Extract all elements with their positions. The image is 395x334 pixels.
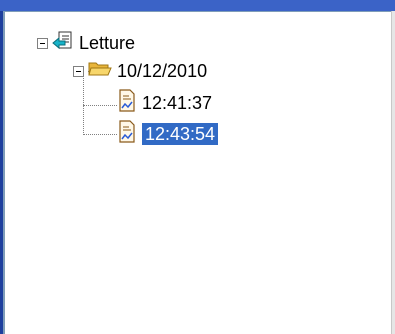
document-chart-icon (117, 119, 137, 149)
window-title-bar (0, 0, 395, 11)
tree-node-label: 12:41:37 (142, 93, 213, 113)
vertical-scrollbar[interactable] (391, 11, 395, 334)
tree-connector (83, 134, 117, 135)
tree-node-label: 10/12/2010 (117, 61, 208, 81)
tree-node-label: 12:43:54 (142, 123, 219, 145)
tree-node-label: Letture (79, 33, 136, 53)
tree-node-root[interactable]: Letture (37, 31, 135, 55)
folder-open-icon (88, 60, 112, 83)
tree-node-folder[interactable]: 10/12/2010 (73, 59, 207, 83)
data-source-icon (52, 31, 74, 56)
collapse-toggle-icon[interactable] (73, 65, 84, 77)
tree-node-item-selected[interactable]: 12:43:54 (117, 119, 219, 149)
document-chart-icon (117, 88, 137, 118)
tree-connector (83, 105, 117, 106)
tree-view[interactable]: Letture 10/12/2010 12:41:37 12:43:54 (3, 11, 391, 334)
tree-node-item[interactable]: 12:41:37 (117, 88, 213, 118)
collapse-toggle-icon[interactable] (37, 37, 48, 49)
